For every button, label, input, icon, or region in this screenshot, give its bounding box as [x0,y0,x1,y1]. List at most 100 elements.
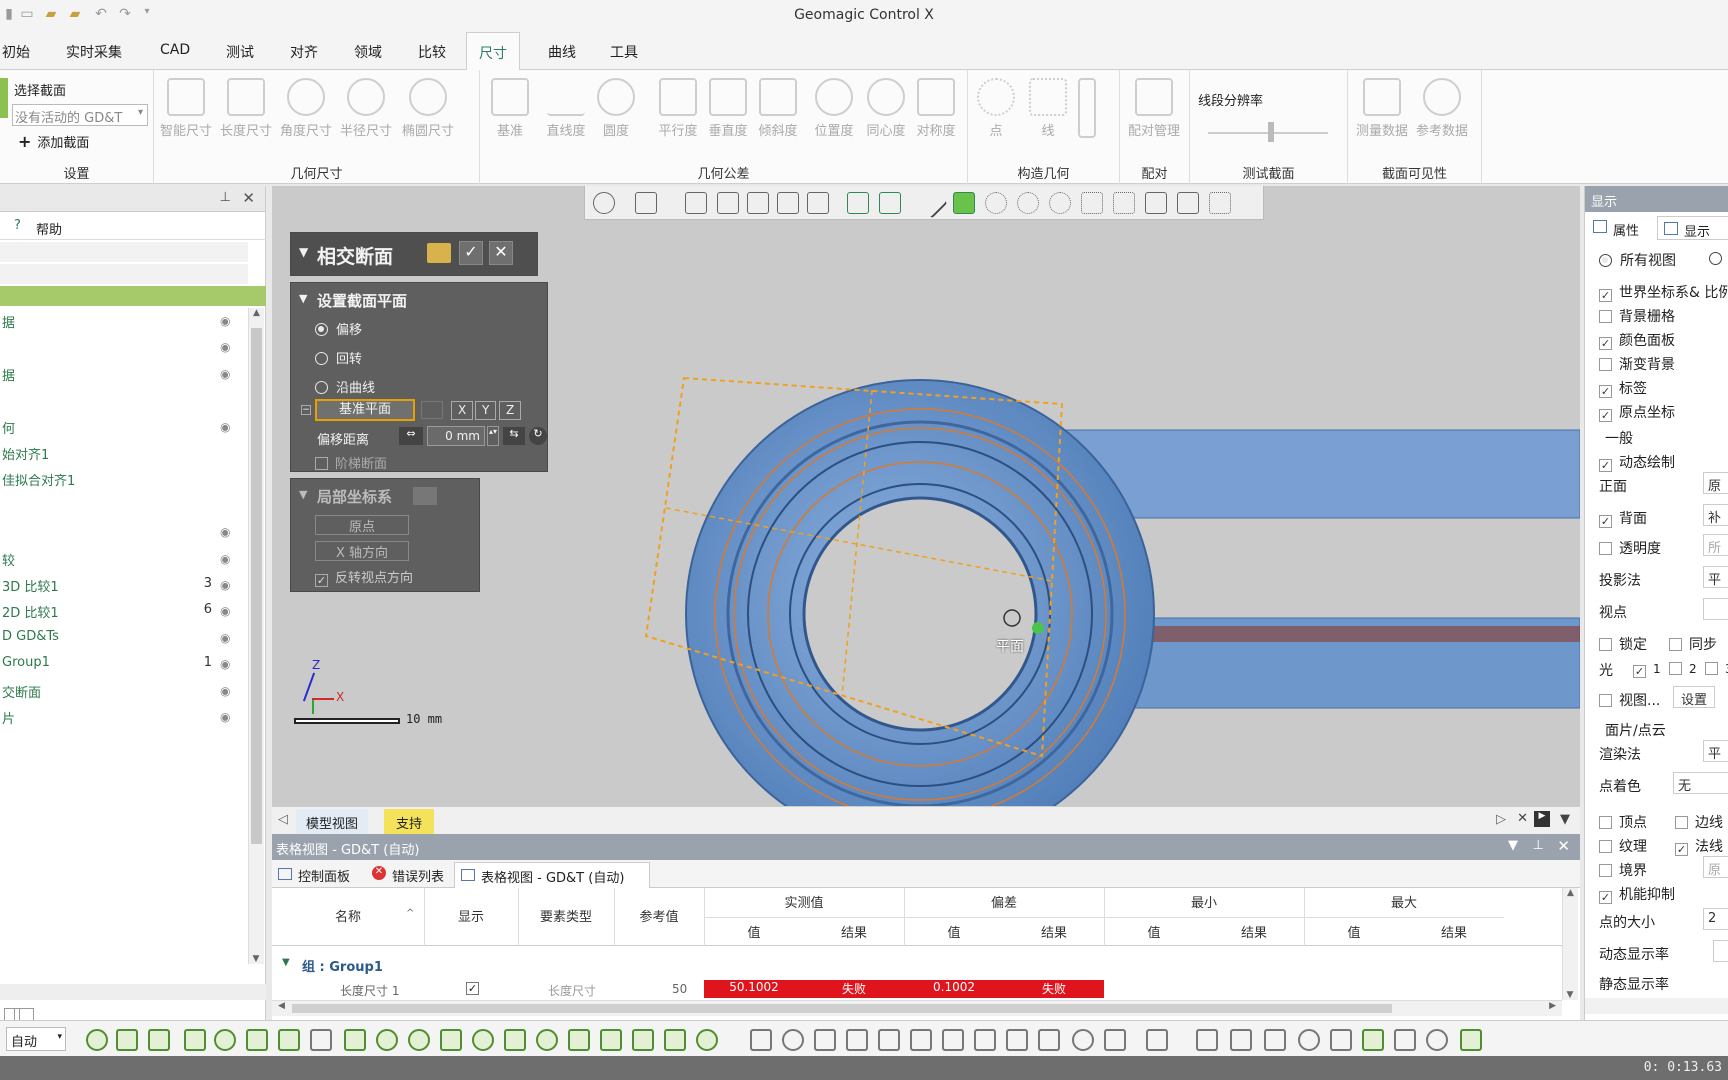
tab-test[interactable]: 测试 [226,42,254,62]
measure-angle-icon[interactable] [1264,1029,1286,1051]
select-gear-icon[interactable] [782,1029,804,1051]
check-color-panel[interactable]: ✓ 颜色面板 [1599,330,1675,350]
normal-checkbox[interactable]: ✓ [1675,843,1688,856]
lock-checkbox[interactable] [1599,638,1612,651]
point-button[interactable]: 点 [968,78,1024,139]
collapse-arrow-icon[interactable]: ▼ [299,292,307,305]
select-face-icon[interactable] [846,1029,868,1051]
radius-dimension-button[interactable]: 半径尺寸 [338,78,394,139]
check-texture[interactable]: 纹理 [1599,836,1647,856]
tree-item[interactable] [0,387,248,413]
reverse-view-option[interactable]: ✓ 反转视点方向 [315,567,413,587]
col-min-value[interactable]: 值 [1104,922,1204,941]
view-menu-icon[interactable]: ▼ [1560,812,1570,827]
col-display[interactable]: 显示 [424,906,518,925]
table-row[interactable]: 长度尺寸 1 ✓ 长度尺寸 50 50.1002 失败 0.1002 失败 [272,980,1562,998]
tab-support[interactable]: 支持 [384,809,435,836]
menu-icon[interactable]: ▼ [1508,838,1518,853]
close-icon[interactable]: ✕ [242,189,255,207]
scroll-down-icon[interactable]: ▼ [249,954,263,964]
add-item-icon[interactable] [1460,1029,1482,1051]
eye-icon[interactable] [220,393,234,407]
expand-icon[interactable]: ▼ [282,957,290,968]
spinner-icon[interactable]: ▴▾ [487,426,499,446]
option-rotate[interactable]: 回转 [315,348,362,367]
measured-data-button[interactable]: 测量数据 [1354,78,1410,139]
tree-item[interactable]: 片 ◉ [0,704,248,730]
select-part-icon[interactable] [910,1029,932,1051]
collapse-arrow-icon[interactable]: ▼ [299,488,307,501]
tab-scroll-left-icon[interactable]: ◁ [278,812,288,827]
offset-distance-input[interactable]: 0 mm [427,426,485,446]
select-axis-icon[interactable] [1006,1029,1028,1051]
group-row[interactable]: ▼ 组 : Group1 [272,954,1562,976]
col-deviation[interactable]: 偏差 [904,892,1104,911]
alignment-manager-button[interactable]: 配对管理 [1126,78,1182,139]
tab-compare[interactable]: 比较 [418,42,446,62]
tree-scrollbar[interactable]: ▲ ▼ [248,308,264,964]
display-hscroll[interactable] [1585,998,1728,1014]
eye-icon[interactable]: ◉ [220,340,234,354]
step-section-option[interactable]: 阶梯断面 [315,453,387,472]
add-section-button[interactable]: + 添加截面 [18,132,89,151]
ellipse-dimension-button[interactable]: 椭圆尺寸 [400,78,456,139]
parallelism-button[interactable]: 平行度 [650,78,706,139]
tab-live-capture[interactable]: 实时采集 [66,42,122,62]
selection-mode-dropdown[interactable]: 自动 ▾ [6,1027,66,1051]
collapse-arrow-icon[interactable]: ▼ [299,245,308,259]
filter-circle-icon[interactable] [376,1029,398,1051]
check-dynamic-draw[interactable]: ✓ 动态绘制 [1599,452,1675,472]
color-panel-checkbox[interactable]: ✓ [1599,337,1612,350]
table-scrollbar[interactable]: ▲ ▼ [1562,888,1578,1000]
tree-item[interactable]: Group1 1 ◉ [0,651,248,677]
check-gradient-bg[interactable]: 渐变背景 [1599,354,1675,374]
projection-select[interactable]: 平 [1703,566,1728,588]
preview-icon[interactable] [427,243,451,263]
tab-cad[interactable]: CAD [160,42,190,58]
collapse-box-icon[interactable]: − [301,405,311,415]
tab-dashboard[interactable]: 控制面板 [298,866,350,885]
filter-icon[interactable] [86,1029,108,1051]
scroll-left-icon[interactable]: ◀ [278,1001,285,1011]
viewpoint-select[interactable] [1703,598,1728,620]
check-lock[interactable]: 锁定 [1599,634,1647,654]
light-3-checkbox[interactable] [1705,662,1718,675]
filter-cylinder-icon[interactable] [536,1029,558,1051]
offset-direction-icon[interactable]: ⇔ [399,427,423,445]
check-bg-grid[interactable]: 背景栅格 [1599,306,1675,326]
pin-icon[interactable]: ⊥ [1533,838,1544,853]
select-tri2-icon[interactable] [974,1029,996,1051]
bg-grid-checkbox[interactable] [1599,310,1612,323]
reset-icon[interactable]: ↻ [529,427,547,445]
check-origin[interactable]: ✓ 原点坐标 [1599,402,1675,422]
radio-rotate[interactable] [315,352,328,365]
tree-item[interactable]: 佳拟合对齐1 [0,466,248,492]
tree-item[interactable]: D GD&Ts ◉ [0,625,248,651]
axis-x-button[interactable]: X [451,401,474,420]
vertex-checkbox[interactable] [1599,816,1612,829]
angularity-button[interactable]: 倾斜度 [750,78,806,139]
tab-properties[interactable]: 属性 [1613,220,1639,239]
row-display-checkbox[interactable]: ✓ [466,982,479,995]
filter-target-icon[interactable] [214,1029,236,1051]
tree-item[interactable]: 据 ◉ [0,308,248,334]
confirm-icon[interactable]: ✓ [459,241,483,265]
sort-asc-icon[interactable]: ^ [406,908,414,919]
datum-button[interactable]: 基准 [482,78,538,139]
col-name[interactable]: 名称 [272,906,424,925]
filter-disabled-icon[interactable] [310,1029,332,1051]
scroll-right-icon[interactable]: ▶ [1549,1001,1556,1011]
cancel-icon[interactable]: ✕ [489,241,513,265]
eye-icon[interactable]: ◉ [220,604,234,618]
reference-data-button[interactable]: 参考数据 [1414,78,1470,139]
filter-axis-icon[interactable] [246,1029,268,1051]
select-copy-icon[interactable] [1146,1029,1168,1051]
col-reference[interactable]: 参考值 [614,906,704,925]
perpendicularity-button[interactable]: 垂直度 [700,78,756,139]
tree-item[interactable]: 交断面 ◉ [0,678,248,704]
light-3-option[interactable]: 3 [1705,662,1728,676]
light-1-checkbox[interactable]: ✓ [1633,665,1646,678]
eye-icon[interactable]: ◉ [220,367,234,381]
tree-item[interactable]: 2D 比较1 6 ◉ [0,598,248,624]
tab-domain[interactable]: 领域 [354,42,382,62]
